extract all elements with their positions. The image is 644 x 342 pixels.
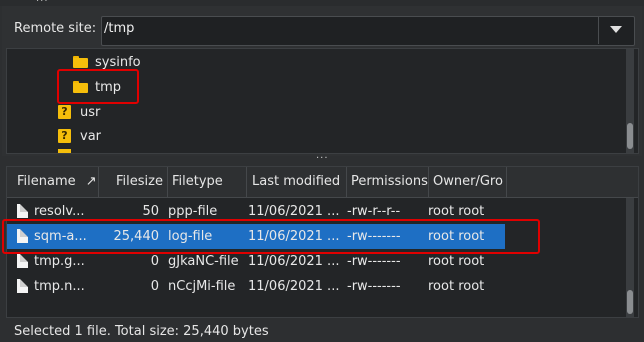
- remote-site-combobox[interactable]: [101, 16, 635, 46]
- column-header-filetype[interactable]: Filetype: [168, 167, 247, 197]
- cell-filesize: 0: [150, 279, 159, 294]
- status-text: Selected 1 file. Total size: 25,440 byte…: [14, 324, 269, 339]
- tree-item-label: sysinfo: [95, 54, 141, 70]
- table-row[interactable]: tmp.n... 0 nCcjMi-file 11/06/2021 ... -r…: [7, 274, 638, 299]
- column-header-permissions[interactable]: Permissions: [347, 167, 429, 197]
- dropdown-button[interactable]: [598, 16, 634, 44]
- unknown-folder-icon: ?: [58, 105, 71, 119]
- file-icon: [17, 279, 28, 293]
- file-icon: [17, 204, 28, 218]
- splitter-grip-top[interactable]: ···: [36, 0, 52, 7]
- column-header-filename[interactable]: Filename ↗: [7, 167, 99, 197]
- cell-last-modified: 11/06/2021 ...: [248, 279, 340, 294]
- cell-permissions: -rw-------: [347, 279, 401, 294]
- unknown-folder-icon: ?: [58, 129, 71, 143]
- partial-folder-icon: [58, 149, 71, 153]
- file-icon: [17, 254, 28, 268]
- highlight-box-tmp: [57, 69, 139, 104]
- column-header-filesize[interactable]: Filesize: [99, 167, 168, 197]
- column-header-owner-group[interactable]: Owner/Gro: [429, 167, 507, 197]
- remote-site-label: Remote site:: [14, 21, 97, 36]
- tree-item-usr[interactable]: ? usr: [58, 101, 100, 123]
- cell-filetype: nCcjMi-file: [168, 279, 236, 294]
- highlight-box-selected-row: [2, 219, 540, 254]
- cell-filename: tmp.n...: [34, 279, 85, 294]
- tree-item-label: usr: [80, 104, 101, 120]
- tree-item-label: var: [80, 128, 102, 144]
- tree-scrollbar[interactable]: [626, 49, 634, 153]
- column-header-last-modified[interactable]: Last modified: [247, 167, 347, 197]
- folder-icon: [73, 56, 88, 68]
- sort-ascending-icon: ↗: [85, 174, 97, 189]
- splitter-grip[interactable]: ···: [316, 153, 329, 164]
- file-list-scrollbar-thumb[interactable]: [627, 290, 633, 314]
- file-list-scrollbar[interactable]: [626, 198, 634, 317]
- chevron-down-icon: [610, 26, 622, 33]
- tree-scrollbar-thumb[interactable]: [627, 123, 633, 149]
- file-list-header: Filename ↗ Filesize Filetype Last modifi…: [7, 167, 638, 198]
- cell-owner: root root: [428, 279, 485, 294]
- tree-item-var[interactable]: ? var: [58, 125, 101, 147]
- remote-site-path[interactable]: /tmp: [104, 21, 134, 36]
